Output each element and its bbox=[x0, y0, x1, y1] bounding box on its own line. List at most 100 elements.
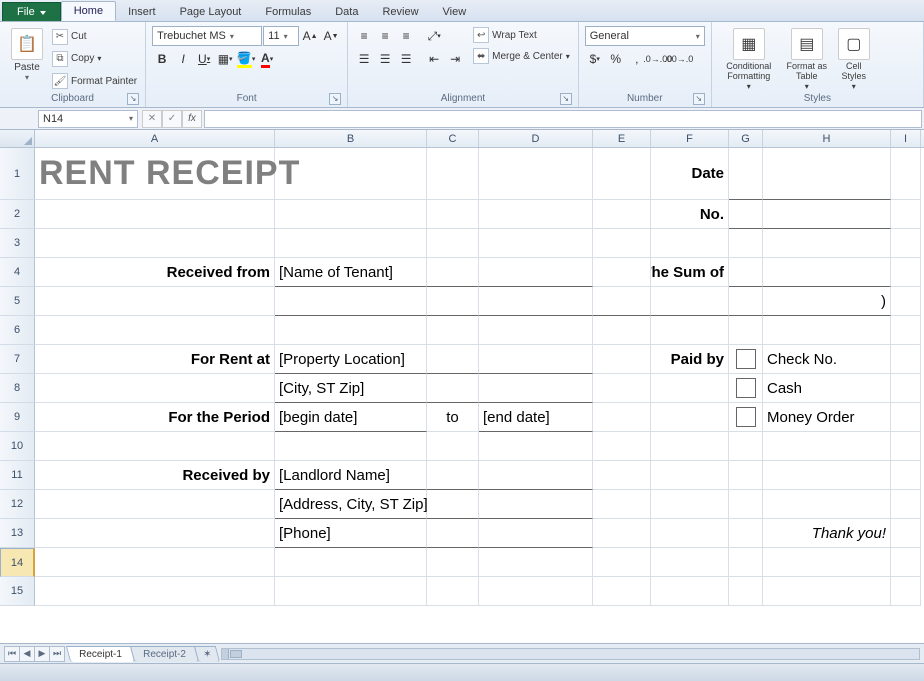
cell[interactable] bbox=[593, 432, 651, 461]
cell[interactable] bbox=[651, 287, 729, 316]
grow-font-button[interactable]: A▲ bbox=[300, 26, 320, 46]
cell[interactable] bbox=[593, 374, 651, 403]
format-painter-button[interactable]: 🖌Format Painter bbox=[50, 72, 139, 90]
cell[interactable] bbox=[729, 577, 763, 606]
cell[interactable] bbox=[891, 345, 921, 374]
cell[interactable]: [City, ST Zip] bbox=[275, 374, 427, 403]
cell[interactable]: [Name of Tenant] bbox=[275, 258, 427, 287]
sheet-nav-prev-button[interactable]: ◀ bbox=[19, 646, 35, 662]
cell[interactable] bbox=[479, 148, 593, 200]
row-header[interactable]: 7 bbox=[0, 345, 35, 374]
cell[interactable] bbox=[593, 345, 651, 374]
number-format-select[interactable]: General▾ bbox=[585, 26, 705, 46]
cell[interactable] bbox=[593, 258, 651, 287]
cell[interactable]: The Sum of bbox=[651, 258, 729, 287]
cell[interactable] bbox=[427, 548, 479, 577]
cut-button[interactable]: ✂Cut bbox=[50, 28, 139, 46]
cell[interactable] bbox=[729, 229, 763, 258]
cell[interactable] bbox=[593, 316, 651, 345]
cell[interactable]: Received from bbox=[35, 258, 275, 287]
cell[interactable]: RENT RECEIPT bbox=[35, 148, 275, 200]
cell[interactable] bbox=[763, 258, 891, 287]
decrease-decimal-button[interactable]: .00→.0 bbox=[669, 49, 689, 69]
cell[interactable] bbox=[651, 374, 729, 403]
cell[interactable] bbox=[479, 258, 593, 287]
cell[interactable] bbox=[763, 200, 891, 229]
row-header[interactable]: 5 bbox=[0, 287, 35, 316]
cell[interactable] bbox=[651, 548, 729, 577]
cell[interactable] bbox=[729, 403, 763, 432]
merge-center-button[interactable]: ⬌Merge & Center▾ bbox=[471, 47, 572, 65]
cell[interactable] bbox=[729, 461, 763, 490]
cell[interactable]: to bbox=[427, 403, 479, 432]
new-sheet-button[interactable]: ✶ bbox=[193, 646, 220, 662]
cell[interactable] bbox=[651, 461, 729, 490]
cell[interactable] bbox=[35, 374, 275, 403]
cell[interactable] bbox=[35, 287, 275, 316]
cell[interactable] bbox=[479, 200, 593, 229]
row-header[interactable]: 14 bbox=[0, 548, 35, 577]
cell[interactable] bbox=[729, 287, 763, 316]
cell[interactable] bbox=[35, 577, 275, 606]
italic-button[interactable]: I bbox=[173, 49, 193, 69]
cell[interactable]: [end date] bbox=[479, 403, 593, 432]
cell[interactable]: [begin date] bbox=[275, 403, 427, 432]
cancel-formula-button[interactable]: ✕ bbox=[142, 110, 162, 128]
cell[interactable] bbox=[729, 148, 763, 200]
cell[interactable] bbox=[891, 287, 921, 316]
copy-button[interactable]: ⧉Copy▾ bbox=[50, 50, 139, 68]
col-header[interactable]: F bbox=[651, 130, 729, 147]
cell[interactable] bbox=[891, 229, 921, 258]
cell[interactable] bbox=[35, 200, 275, 229]
launcher-icon[interactable]: ↘ bbox=[560, 93, 572, 105]
fx-button[interactable]: fx bbox=[182, 110, 202, 128]
cell[interactable] bbox=[729, 519, 763, 548]
cell[interactable] bbox=[35, 316, 275, 345]
cell[interactable] bbox=[275, 577, 427, 606]
cell[interactable]: Money Order bbox=[763, 403, 891, 432]
currency-button[interactable]: $▾ bbox=[585, 49, 605, 69]
cell[interactable] bbox=[651, 432, 729, 461]
checkbox-money-order[interactable] bbox=[736, 407, 756, 427]
cell[interactable] bbox=[651, 490, 729, 519]
cell[interactable]: Thank you! bbox=[763, 519, 891, 548]
cell[interactable] bbox=[729, 432, 763, 461]
cell[interactable] bbox=[593, 403, 651, 432]
cell[interactable] bbox=[891, 316, 921, 345]
orientation-button[interactable]: ⤢▾ bbox=[424, 26, 444, 46]
cell[interactable] bbox=[729, 374, 763, 403]
cell[interactable] bbox=[427, 345, 479, 374]
cell[interactable]: [Phone] bbox=[275, 519, 427, 548]
cell[interactable] bbox=[427, 229, 479, 258]
col-header[interactable]: H bbox=[763, 130, 891, 147]
cell[interactable]: Cash bbox=[763, 374, 891, 403]
cell[interactable] bbox=[275, 148, 427, 200]
cell[interactable] bbox=[651, 577, 729, 606]
row-header[interactable]: 6 bbox=[0, 316, 35, 345]
cell[interactable] bbox=[427, 287, 479, 316]
name-box[interactable]: N14▾ bbox=[38, 110, 138, 128]
select-all-corner[interactable] bbox=[0, 130, 35, 147]
align-bottom-button[interactable]: ≡ bbox=[396, 26, 416, 46]
cell[interactable] bbox=[891, 490, 921, 519]
col-header[interactable]: G bbox=[729, 130, 763, 147]
cell[interactable] bbox=[479, 548, 593, 577]
cell[interactable] bbox=[651, 229, 729, 258]
col-header[interactable]: B bbox=[275, 130, 427, 147]
cell[interactable] bbox=[729, 490, 763, 519]
cell[interactable] bbox=[427, 200, 479, 229]
row-header[interactable]: 4 bbox=[0, 258, 35, 287]
cell[interactable] bbox=[891, 548, 921, 577]
tab-formulas[interactable]: Formulas bbox=[253, 3, 323, 21]
cell[interactable] bbox=[275, 287, 427, 316]
cell[interactable] bbox=[891, 148, 921, 200]
cell[interactable] bbox=[275, 229, 427, 258]
cell-styles-button[interactable]: ▢Cell Styles▾ bbox=[834, 26, 874, 92]
cell[interactable] bbox=[479, 345, 593, 374]
col-header[interactable]: C bbox=[427, 130, 479, 147]
row-header[interactable]: 9 bbox=[0, 403, 35, 432]
cell[interactable]: [Property Location] bbox=[275, 345, 427, 374]
cell[interactable] bbox=[763, 148, 891, 200]
cell[interactable]: For Rent at bbox=[35, 345, 275, 374]
cell[interactable] bbox=[763, 229, 891, 258]
